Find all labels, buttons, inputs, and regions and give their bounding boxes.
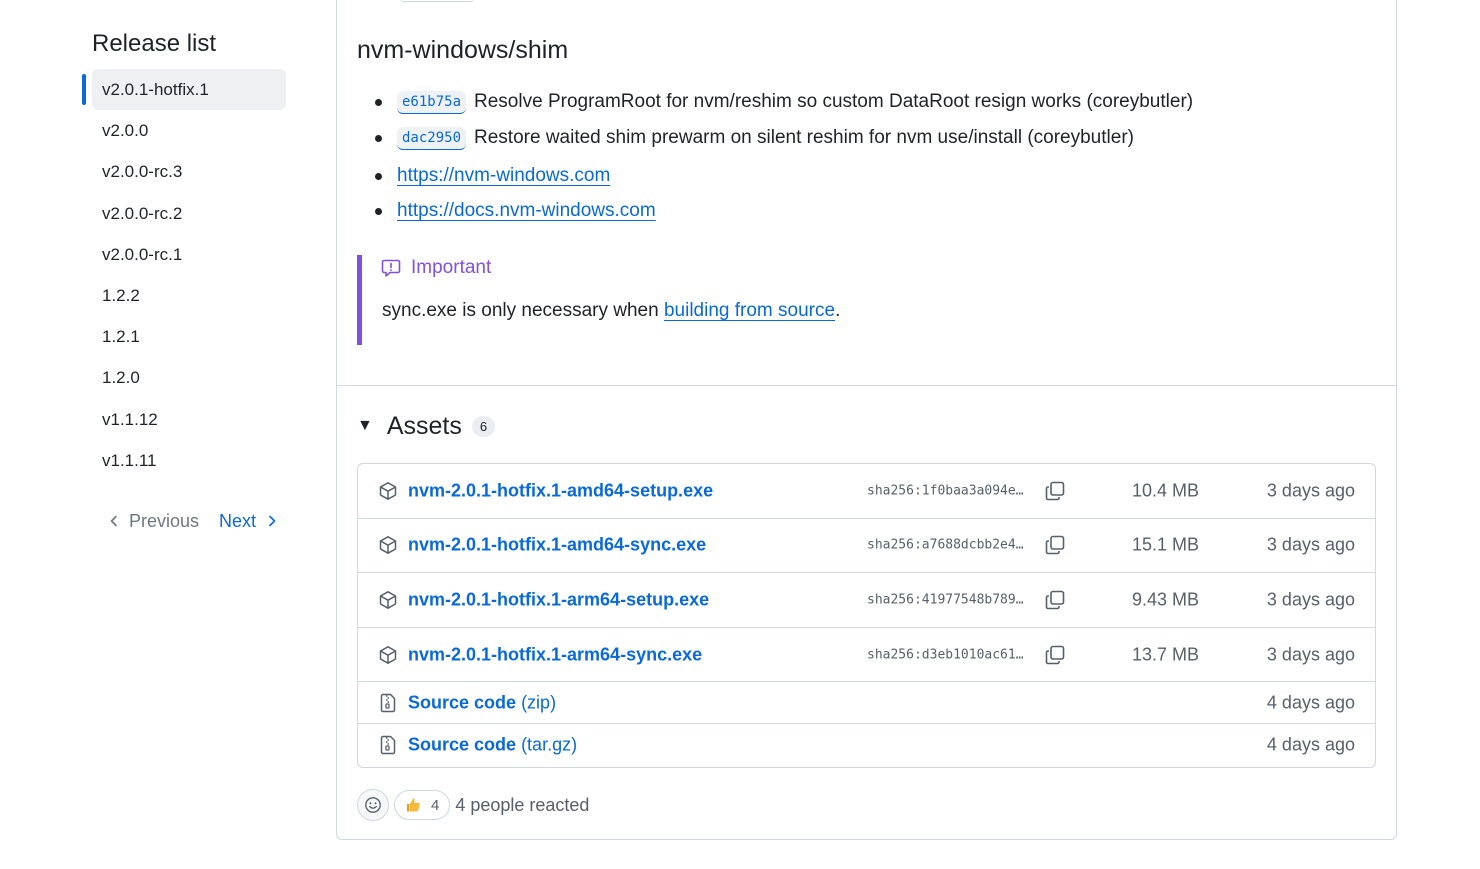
reactions-summary: 4 people reacted: [455, 794, 590, 815]
previous-button: Previous: [108, 511, 199, 532]
source-code-row: Source code (zip) 4 days ago: [358, 682, 1375, 725]
asset-download-link[interactable]: nvm-2.0.1-hotfix.1-amd64-sync.exe: [408, 535, 706, 556]
top-tab-edge: [400, 0, 474, 2]
package-icon: [379, 481, 397, 500]
smiley-icon: [365, 797, 381, 813]
asset-date: 3 days ago: [1266, 644, 1355, 665]
asset-row: nvm-2.0.1-hotfix.1-amd64-setup.exe sha25…: [358, 464, 1375, 519]
commit-item: e61b75a Resolve ProgramRoot for nvm/resh…: [374, 84, 1194, 120]
release-item-v1-1-11[interactable]: v1.1.11: [82, 440, 292, 481]
release-list: v2.0.1-hotfix.1 v2.0.0 v2.0.0-rc.3 v2.0.…: [82, 69, 292, 481]
asset-row: nvm-2.0.1-hotfix.1-amd64-sync.exe sha256…: [358, 519, 1375, 574]
copy-icon[interactable]: [1044, 644, 1066, 666]
link-item: https://docs.nvm-windows.com: [375, 193, 656, 228]
asset-sha256: sha256:1f0baa3a094e…: [867, 483, 1024, 499]
link-item: https://nvm-windows.com: [375, 158, 656, 193]
section-heading: nvm-windows/shim: [357, 36, 569, 64]
source-code-targz-link[interactable]: Source code (tar.gz): [408, 735, 577, 756]
report-icon: [381, 259, 401, 277]
commit-sha-link[interactable]: e61b75a: [397, 90, 467, 114]
previous-label: Previous: [129, 510, 200, 531]
source-code-label: Source code: [408, 734, 517, 755]
docs-link[interactable]: https://docs.nvm-windows.com: [397, 200, 656, 222]
release-item-1-2-0[interactable]: 1.2.0: [82, 357, 292, 398]
assets-list: nvm-2.0.1-hotfix.1-amd64-setup.exe sha25…: [357, 463, 1376, 768]
source-format: (tar.gz): [521, 734, 578, 755]
release-item-1-2-2[interactable]: 1.2.2: [82, 275, 292, 316]
source-code-row: Source code (tar.gz) 4 days ago: [358, 724, 1375, 766]
release-list-title: Release list: [92, 30, 217, 57]
pagination: Previous Next: [82, 511, 292, 532]
package-icon: [379, 536, 397, 555]
asset-row: nvm-2.0.1-hotfix.1-arm64-sync.exe sha256…: [358, 628, 1375, 683]
asset-row: nvm-2.0.1-hotfix.1-arm64-setup.exe sha25…: [358, 573, 1375, 628]
commit-message: Restore waited shim prewarm on silent re…: [474, 127, 1134, 148]
release-item-v2-0-1-hotfix-1[interactable]: v2.0.1-hotfix.1: [82, 69, 286, 111]
website-link[interactable]: https://nvm-windows.com: [397, 165, 610, 187]
callout-body: sync.exe is only necessary when building…: [382, 300, 840, 322]
file-zip-icon: [380, 736, 396, 755]
commit-message: Resolve ProgramRoot for nvm/reshim so cu…: [474, 91, 1194, 112]
source-format: (zip): [521, 692, 557, 713]
commit-sha-link[interactable]: dac2950: [397, 126, 467, 150]
package-icon: [379, 591, 397, 609]
release-card: nvm-windows/shim e61b75a Resolve Program…: [336, 0, 1397, 840]
asset-date: 4 days ago: [1266, 734, 1355, 755]
release-item-v2-0-0-rc-2[interactable]: v2.0.0-rc.2: [82, 193, 292, 234]
package-icon: [379, 645, 397, 664]
copy-icon[interactable]: [1044, 534, 1066, 556]
asset-date: 3 days ago: [1266, 480, 1355, 501]
link-list: https://nvm-windows.com https://docs.nvm…: [357, 158, 656, 228]
next-button[interactable]: Next: [219, 511, 278, 532]
copy-icon[interactable]: [1044, 480, 1066, 502]
asset-sha256: sha256:41977548b789…: [867, 592, 1024, 608]
callout-title: Important: [411, 257, 492, 278]
asset-download-link[interactable]: nvm-2.0.1-hotfix.1-arm64-sync.exe: [408, 644, 702, 665]
release-sidebar: Release list v2.0.1-hotfix.1 v2.0.0 v2.0…: [82, 30, 292, 532]
asset-download-link[interactable]: nvm-2.0.1-hotfix.1-arm64-setup.exe: [408, 589, 709, 610]
assets-toggle[interactable]: ▼ Assets 6: [357, 411, 496, 441]
release-item-v1-1-12[interactable]: v1.1.12: [82, 399, 292, 440]
assets-title: Assets: [386, 411, 462, 440]
callout-text-after: .: [835, 300, 841, 321]
asset-size: 9.43 MB: [1131, 589, 1199, 610]
release-item-v2-0-0[interactable]: v2.0.0: [82, 110, 292, 151]
release-item-v2-0-0-rc-3[interactable]: v2.0.0-rc.3: [82, 151, 292, 192]
thumbs-up-reaction-button[interactable]: 4: [394, 790, 451, 820]
chevron-right-icon: [269, 516, 276, 527]
next-label: Next: [219, 510, 257, 531]
thumbs-up-icon: [407, 798, 420, 812]
commit-item: dac2950 Restore waited shim prewarm on s…: [374, 120, 1193, 156]
add-reaction-button[interactable]: [357, 789, 389, 821]
reactions-bar: 4 4 people reacted: [357, 789, 589, 821]
copy-icon[interactable]: [1044, 589, 1066, 611]
asset-sha256: sha256:d3eb1010ac61…: [867, 647, 1024, 663]
callout-text-before: sync.exe is only necessary when: [382, 300, 664, 321]
release-item-v2-0-0-rc-1[interactable]: v2.0.0-rc.1: [82, 234, 292, 275]
building-from-source-link[interactable]: building from source: [664, 300, 835, 321]
chevron-left-icon: [110, 516, 117, 527]
release-item-1-2-1[interactable]: 1.2.1: [82, 316, 292, 357]
important-callout: Important sync.exe is only necessary whe…: [357, 255, 957, 345]
asset-date: 4 days ago: [1266, 692, 1355, 713]
asset-download-link[interactable]: nvm-2.0.1-hotfix.1-amd64-setup.exe: [408, 480, 713, 501]
source-code-zip-link[interactable]: Source code (zip): [408, 692, 556, 713]
asset-sha256: sha256:a7688dcbb2e4…: [867, 537, 1024, 553]
asset-date: 3 days ago: [1266, 534, 1355, 555]
callout-header: Important: [381, 255, 491, 281]
asset-size: 10.4 MB: [1131, 480, 1199, 501]
asset-date: 3 days ago: [1266, 589, 1355, 610]
thumbs-up-count: 4: [431, 796, 440, 814]
section-divider: [337, 385, 1396, 386]
asset-size: 13.7 MB: [1131, 644, 1199, 665]
commit-list: e61b75a Resolve ProgramRoot for nvm/resh…: [357, 84, 1193, 156]
source-code-label: Source code: [408, 692, 517, 713]
file-zip-icon: [380, 693, 396, 713]
triangle-down-icon: ▼: [357, 417, 373, 434]
asset-size: 15.1 MB: [1131, 534, 1199, 555]
assets-count-badge: 6: [471, 415, 496, 437]
